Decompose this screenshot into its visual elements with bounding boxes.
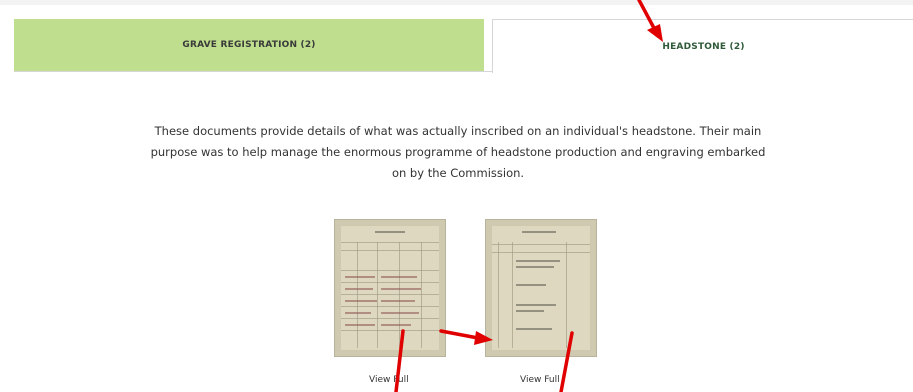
headstone-description: These documents provide details of what … [150,124,766,180]
view-full-link-2[interactable]: View Full [520,375,560,385]
document-rule [341,318,439,319]
document-rule [492,244,590,245]
document-ink [516,284,546,286]
document-column [399,242,400,348]
document-rule [341,250,439,251]
document-ink [345,312,371,314]
document-rule [341,282,439,283]
document-ink [516,266,554,268]
document-ink [516,304,556,306]
document-column [357,242,358,348]
document-ink [516,310,544,312]
document-column [498,242,499,348]
document-ink [381,324,411,326]
document-rule [341,294,439,295]
document-rule [341,270,439,271]
document-column [566,242,567,348]
document-ink [345,288,373,290]
document-tabs: GRAVE REGISTRATION (2) HEADSTONE (2) [14,19,913,73]
tab-grave-registration-label: GRAVE REGISTRATION (2) [182,40,316,50]
document-heading-ink [522,231,556,233]
document-ink [345,324,375,326]
document-rule [341,306,439,307]
tab-headstone[interactable]: HEADSTONE (2) [492,19,913,73]
document-ink [381,300,415,302]
document-rule [492,252,590,253]
document-ink [345,300,377,302]
document-ink [381,276,417,278]
document-rule [341,330,439,331]
document-ink [516,260,560,262]
tab-grave-registration[interactable]: GRAVE REGISTRATION (2) [14,19,484,71]
view-full-link-1[interactable]: View Full [369,375,409,385]
document-column [377,242,378,348]
document-column [512,242,513,348]
headstone-document-thumbnail-2[interactable] [485,219,597,357]
document-heading-ink [375,231,405,233]
headstone-document-thumbnail-1[interactable] [334,219,446,357]
document-ink [381,312,419,314]
document-ink [516,328,552,330]
document-ink [381,288,421,290]
document-column [421,242,422,348]
document-ink [345,276,375,278]
tab-headstone-label: HEADSTONE (2) [662,41,745,52]
tab-divider [14,71,492,72]
document-rule [341,242,439,243]
page: GRAVE REGISTRATION (2) HEADSTONE (2) The… [0,0,913,392]
